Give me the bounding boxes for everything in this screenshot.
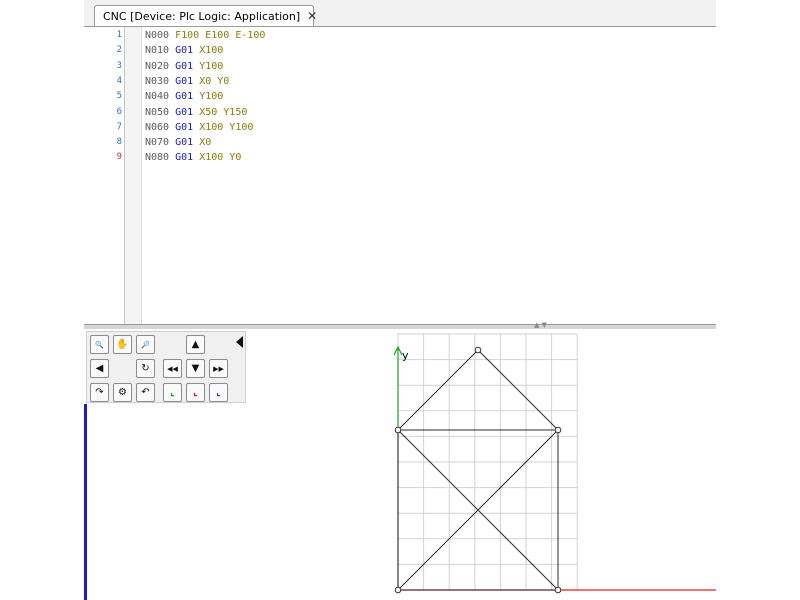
step-up-icon: ▲ bbox=[191, 339, 200, 350]
line-number: 6 bbox=[116, 106, 122, 117]
view-zx-button[interactable]: ⌞ bbox=[186, 383, 205, 402]
y-axis-label: y bbox=[402, 349, 409, 362]
rotate-icon: ↻ bbox=[141, 363, 150, 374]
tool-icon: ⚙ bbox=[118, 387, 127, 398]
view-xy-button[interactable]: ⌞ bbox=[163, 383, 182, 402]
line-number: 4 bbox=[116, 75, 122, 86]
toolpath-vertex bbox=[394, 586, 402, 594]
gcode-parameters: X50 Y150 bbox=[193, 106, 248, 118]
gcode-parameters: X0 Y0 bbox=[193, 75, 230, 87]
next-icon: ▶▶ bbox=[213, 364, 224, 373]
view-yz-button[interactable]: ⌞ bbox=[209, 383, 228, 402]
gcode-command: G01 bbox=[175, 121, 194, 133]
line-number-gutter: 1 2 3 4 5 6 7 8 9 bbox=[84, 27, 125, 325]
block-number: N040 bbox=[145, 91, 176, 103]
code-line[interactable]: N010 G01 X100 bbox=[145, 43, 223, 58]
block-number: N010 bbox=[145, 45, 176, 57]
gcode-parameters: X100 bbox=[193, 45, 224, 57]
line-number: 7 bbox=[116, 121, 122, 132]
toolpath-vertex bbox=[474, 346, 482, 354]
gcode-parameters: X100 Y0 bbox=[193, 152, 242, 164]
line-number: 8 bbox=[116, 137, 122, 148]
previous-icon: ◀◀ bbox=[167, 364, 178, 373]
code-line[interactable]: N050 G01 X50 Y150 bbox=[145, 105, 247, 120]
gcode-command: G01 bbox=[175, 45, 194, 57]
code-line[interactable]: N040 G01 Y100 bbox=[145, 89, 223, 104]
gcode-command: G01 bbox=[175, 106, 194, 118]
step-up-button[interactable]: ▲ bbox=[186, 335, 205, 354]
toolpath-segment bbox=[477, 349, 559, 431]
toolpath-segment bbox=[397, 349, 479, 431]
block-number: N000 bbox=[145, 30, 170, 41]
gcode-command: G01 bbox=[175, 152, 194, 164]
close-icon[interactable]: ✕ bbox=[307, 9, 317, 23]
viewer-left-edge bbox=[84, 404, 87, 600]
editor-tab-cnc[interactable]: CNC [Device: Plc Logic: Application] ✕ bbox=[94, 5, 317, 26]
line-number: 5 bbox=[116, 91, 122, 102]
block-number: N050 bbox=[145, 106, 176, 118]
block-number: N030 bbox=[145, 75, 176, 87]
step-back-button[interactable]: ◀ bbox=[90, 359, 109, 378]
arc-cw-button[interactable]: ↷ bbox=[90, 383, 109, 402]
gcode-parameters: X100 Y100 bbox=[193, 121, 254, 133]
tab-title: CNC [Device: Plc Logic: Application] bbox=[103, 9, 301, 23]
toolpath-vertex bbox=[554, 426, 562, 434]
gcode-command: G01 bbox=[175, 137, 194, 149]
gcode-command: G01 bbox=[175, 60, 194, 72]
gcode-command: G01 bbox=[175, 91, 194, 103]
cnc-code-editor[interactable]: 123456789 N000 F100 E100 E-100 N010 G01 X… bbox=[84, 27, 716, 325]
code-line[interactable]: N070 G01 X0 bbox=[145, 135, 211, 150]
zoom-out-icon: 🔎 bbox=[141, 340, 150, 349]
gcode-parameters: Y100 bbox=[193, 91, 224, 103]
tool-button[interactable]: ⚙ bbox=[113, 383, 132, 402]
arc-ccw-icon: ↶ bbox=[141, 387, 150, 398]
fold-margin bbox=[125, 27, 142, 325]
line-number: 9 bbox=[116, 152, 122, 163]
rotate-button[interactable]: ↻ bbox=[136, 359, 155, 378]
line-number: 1 bbox=[116, 30, 122, 40]
code-line[interactable]: N030 G01 X0 Y0 bbox=[145, 74, 229, 89]
toolpath-vertex bbox=[394, 426, 402, 434]
line-number: 2 bbox=[116, 45, 122, 56]
gcode-parameters: X0 bbox=[193, 137, 212, 149]
zoom-in-icon: 🔍 bbox=[95, 340, 104, 349]
arc-ccw-button[interactable]: ↶ bbox=[136, 383, 155, 402]
toolpath-vertex bbox=[554, 586, 562, 594]
previous-button[interactable]: ◀◀ bbox=[163, 359, 182, 378]
code-line[interactable]: N000 F100 E100 E-100 bbox=[145, 28, 265, 43]
arc-cw-icon: ↷ bbox=[95, 387, 104, 398]
block-number: N080 bbox=[145, 152, 176, 164]
zoom-in-button[interactable]: 🔍 bbox=[90, 335, 109, 354]
pan-button[interactable]: ✋ bbox=[113, 335, 132, 354]
code-line[interactable]: N020 G01 Y100 bbox=[145, 59, 223, 74]
view-xy-icon: ⌞ bbox=[170, 387, 175, 398]
collapse-toolbox-icon[interactable] bbox=[236, 336, 243, 348]
gcode-parameters: Y100 bbox=[193, 60, 224, 72]
splitter-arrows-icon: ▲ ▼ bbox=[534, 321, 547, 329]
gcode-parameters: F100 E100 E-100 bbox=[169, 30, 266, 41]
gcode-command: G01 bbox=[175, 75, 194, 87]
block-number: N060 bbox=[145, 121, 176, 133]
editor-tab-bar: CNC [Device: Plc Logic: Application] ✕ bbox=[84, 0, 716, 27]
view-yz-icon: ⌞ bbox=[216, 387, 221, 398]
step-down-icon: ▼ bbox=[191, 363, 200, 374]
line-number: 3 bbox=[116, 60, 122, 71]
step-back-icon: ◀ bbox=[95, 363, 104, 374]
code-line[interactable]: N080 G01 X100 Y0 bbox=[145, 150, 241, 165]
pan-icon: ✋ bbox=[116, 339, 129, 350]
block-number: N070 bbox=[145, 137, 176, 149]
step-down-button[interactable]: ▼ bbox=[186, 359, 205, 378]
viewer-toolbox: 🔍 ✋ 🔎 ▲ ◀ ↻ ◀◀ ▼ ▶▶ ↷ ⚙ ↶ ⌞ ⌞ ⌞ bbox=[86, 331, 246, 403]
view-zx-icon: ⌞ bbox=[193, 387, 198, 398]
code-line[interactable]: N060 G01 X100 Y100 bbox=[145, 120, 253, 135]
next-button[interactable]: ▶▶ bbox=[209, 359, 228, 378]
block-number: N020 bbox=[145, 60, 176, 72]
zoom-out-button[interactable]: 🔎 bbox=[136, 335, 155, 354]
